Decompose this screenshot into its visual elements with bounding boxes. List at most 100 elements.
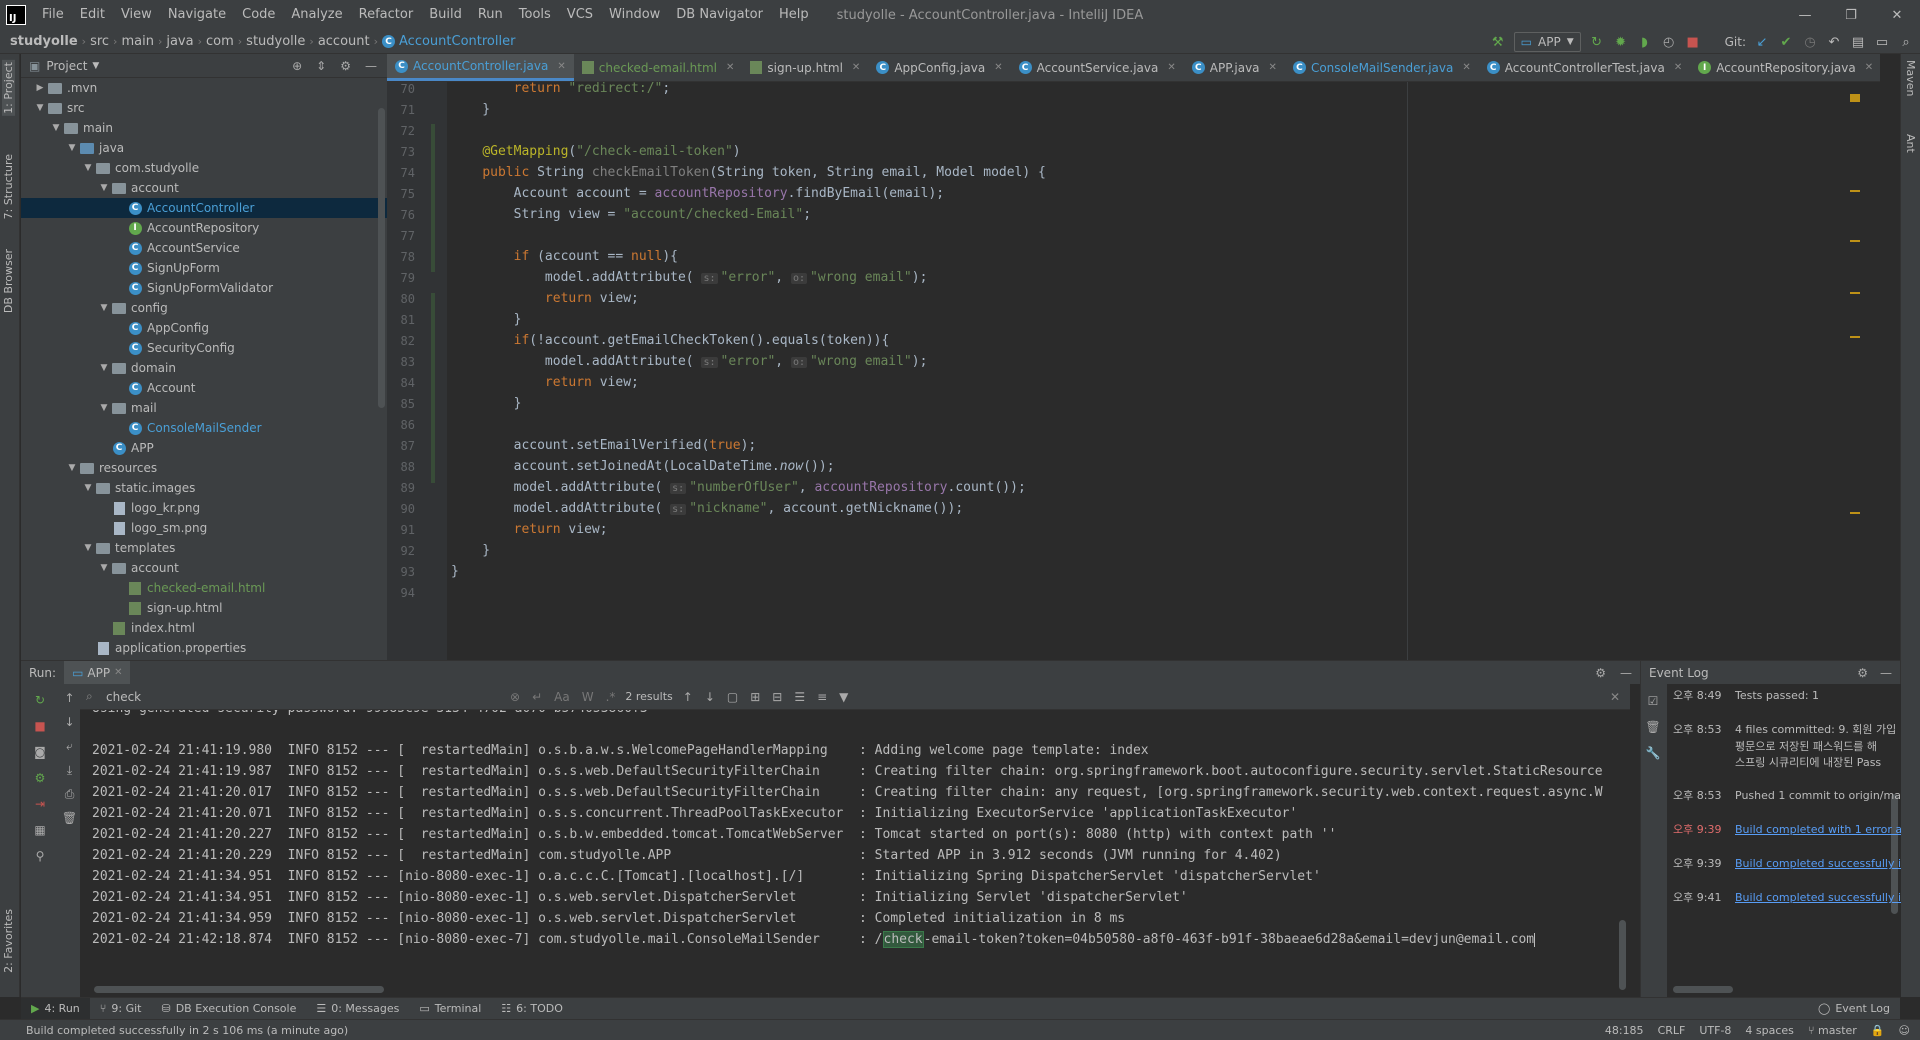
words-icon[interactable]: W — [582, 690, 594, 704]
editor-tab[interactable]: C AccountService.java ✕ — [1011, 54, 1184, 81]
menu-db-navigator[interactable]: DB Navigator — [668, 0, 771, 30]
rerun-icon[interactable]: ↻ — [1589, 34, 1605, 50]
match-case-icon[interactable]: Aa — [554, 690, 570, 704]
breadcrumb-item[interactable]: java — [162, 34, 197, 49]
tool-tab-structure[interactable]: 7: Structure — [2, 154, 15, 219]
collapse-all-icon[interactable]: ⇕ — [316, 59, 326, 73]
warning-marker[interactable] — [1850, 190, 1860, 192]
tree-item[interactable]: ▼ java — [21, 138, 387, 158]
expand-arrow-icon[interactable]: ▼ — [81, 163, 95, 173]
tool-tab-run[interactable]: ▶ 4: Run — [21, 997, 90, 1020]
expand-arrow-icon[interactable]: ▼ — [81, 483, 95, 493]
close-tab-icon[interactable]: ✕ — [852, 62, 860, 73]
add-selection-icon[interactable]: ⊞ — [750, 690, 760, 704]
git-branch[interactable]: ⑂ master — [1808, 1024, 1857, 1037]
tree-item[interactable]: ▼ main — [21, 118, 387, 138]
debug-icon[interactable]: ✹ — [1613, 34, 1629, 50]
menu-refactor[interactable]: Refactor — [351, 0, 422, 30]
wrench-icon[interactable]: 🔧 — [1646, 746, 1661, 760]
tree-item[interactable]: checked-email.html — [21, 578, 387, 598]
rerun-icon[interactable]: ↻ — [32, 692, 48, 708]
tree-item[interactable]: ▼ config — [21, 298, 387, 318]
tree-item[interactable]: ▼ templates — [21, 538, 387, 558]
search-everywhere-icon[interactable]: ⌕ — [1898, 34, 1914, 50]
menu-help[interactable]: Help — [771, 0, 817, 30]
tree-item[interactable]: C SecurityConfig — [21, 338, 387, 358]
expand-arrow-icon[interactable]: ▼ — [65, 463, 79, 473]
event-link[interactable]: Build completed successfully in — [1735, 891, 1901, 904]
expand-arrow-icon[interactable]: ▼ — [97, 183, 111, 193]
tree-scrollbar[interactable] — [378, 108, 385, 408]
expand-arrow-icon[interactable]: ▼ — [97, 363, 111, 373]
menu-code[interactable]: Code — [234, 0, 283, 30]
indent-setting[interactable]: 4 spaces — [1745, 1024, 1794, 1037]
breadcrumb-item[interactable]: studyolle — [0, 34, 82, 49]
expand-arrow-icon[interactable]: ▼ — [65, 143, 79, 153]
trash-icon[interactable]: 🗑 — [1645, 720, 1660, 734]
menu-vcs[interactable]: VCS — [559, 0, 601, 30]
run-configuration-select[interactable]: ▭ APP ▼ — [1513, 32, 1581, 52]
previous-occurrence-icon[interactable]: ↑ — [683, 690, 693, 704]
build-hammer-icon[interactable]: ⚒ — [1490, 34, 1506, 50]
menu-edit[interactable]: Edit — [72, 0, 113, 30]
tree-item[interactable]: ▼ src — [21, 98, 387, 118]
tree-item[interactable]: C AccountService — [21, 238, 387, 258]
profile-icon[interactable]: ◴ — [1661, 34, 1677, 50]
close-tab-icon[interactable]: ✕ — [1865, 62, 1873, 73]
tree-item[interactable]: logo_sm.png — [21, 518, 387, 538]
caret-position[interactable]: 48:185 — [1605, 1024, 1644, 1037]
tree-item[interactable]: I AccountRepository — [21, 218, 387, 238]
breadcrumb-item[interactable]: account — [314, 34, 374, 49]
tree-item[interactable]: ▼ mail — [21, 398, 387, 418]
expand-arrow-icon[interactable]: ▼ — [97, 403, 111, 413]
warning-marker[interactable] — [1850, 292, 1860, 294]
stop-icon[interactable]: ■ — [32, 718, 48, 734]
close-tab-icon[interactable]: ✕ — [1167, 62, 1175, 73]
console-output[interactable]: Using generated security password: 99985… — [80, 710, 1630, 997]
close-tab-icon[interactable]: ✕ — [557, 61, 565, 72]
regex-icon[interactable]: .* — [606, 690, 616, 704]
soft-wrap-icon[interactable]: ⤶ — [62, 738, 78, 754]
tool-tab-maven[interactable]: Maven — [1904, 60, 1917, 96]
hide-icon[interactable]: — — [365, 59, 377, 73]
clear-search-icon[interactable]: ⊗ — [510, 690, 520, 704]
run-tab-app[interactable]: ▭ APP ✕ — [64, 660, 131, 685]
tree-item[interactable]: sign-up.html — [21, 598, 387, 618]
expand-arrow-icon[interactable]: ▼ — [97, 303, 111, 313]
exit-icon[interactable]: ⇥ — [32, 796, 48, 812]
breadcrumb-item[interactable]: main — [117, 34, 157, 49]
menu-view[interactable]: View — [113, 0, 160, 30]
menu-window[interactable]: Window — [601, 0, 668, 30]
editor-tab[interactable]: sign-up.html ✕ — [742, 54, 868, 81]
tree-item[interactable]: ▶ .mvn — [21, 78, 387, 98]
warning-marker[interactable] — [1850, 336, 1860, 338]
tool-tab-terminal[interactable]: ▭ Terminal — [409, 998, 491, 1020]
pin-icon[interactable]: ⚲ — [32, 848, 48, 864]
search-icon[interactable]: ⌕ — [86, 689, 93, 704]
console-vscrollbar[interactable] — [1619, 920, 1626, 990]
filter-settings-icon[interactable]: ≡ — [817, 690, 827, 704]
tree-item[interactable]: C SignUpForm — [21, 258, 387, 278]
editor-tab[interactable]: C AccountController.java ✕ — [387, 54, 574, 81]
tree-item[interactable]: C AccountController — [21, 198, 387, 218]
warning-marker[interactable] — [1850, 512, 1860, 514]
tree-item[interactable]: C APP — [21, 438, 387, 458]
file-encoding[interactable]: UTF-8 — [1699, 1024, 1731, 1037]
editor-tab[interactable]: C AppConfig.java ✕ — [868, 54, 1010, 81]
project-structure-icon[interactable]: ▤ — [1850, 34, 1866, 50]
locate-icon[interactable]: ⊕ — [292, 59, 302, 73]
warning-marker[interactable] — [1850, 94, 1860, 102]
tree-item[interactable]: application.properties — [21, 638, 387, 658]
tree-item[interactable]: C ConsoleMailSender — [21, 418, 387, 438]
event-hscrollbar[interactable] — [1673, 986, 1733, 993]
expand-arrow-icon[interactable]: ▼ — [49, 123, 63, 133]
filter-icon[interactable]: ▼ — [839, 690, 848, 704]
tree-item[interactable]: ▼ domain — [21, 358, 387, 378]
tree-item[interactable]: C SignUpFormValidator — [21, 278, 387, 298]
select-all-icon[interactable]: ▢ — [727, 690, 738, 704]
gear-icon[interactable]: ⚙ — [1857, 666, 1868, 680]
git-rollback-icon[interactable]: ↶ — [1826, 34, 1842, 50]
status-message[interactable]: Build completed successfully in 2 s 106 … — [0, 1024, 348, 1037]
minimize-icon[interactable]: — — [1782, 0, 1828, 30]
trash-icon[interactable]: 🗑 — [62, 810, 78, 826]
